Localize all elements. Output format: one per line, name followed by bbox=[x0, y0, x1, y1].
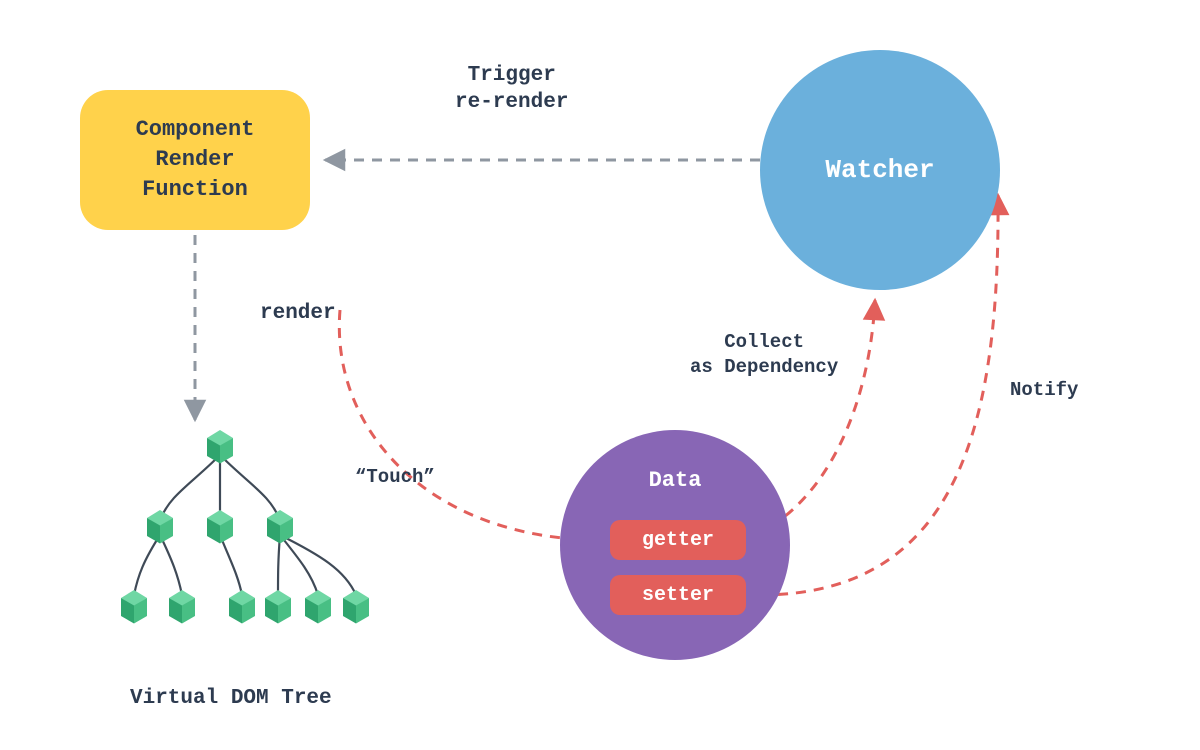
tree-cube-icon bbox=[343, 590, 369, 620]
node-getter: getter bbox=[610, 520, 746, 560]
tree-cube-icon bbox=[267, 510, 293, 540]
node-watcher-label: Watcher bbox=[825, 155, 934, 185]
label-trigger-rerender: Trigger re-render bbox=[455, 62, 568, 117]
label-collect: Collect as Dependency bbox=[690, 330, 838, 379]
tree-cube-icon bbox=[265, 590, 291, 620]
tree-cube-icon bbox=[229, 590, 255, 620]
node-setter: setter bbox=[610, 575, 746, 615]
tree-cube-icon bbox=[207, 510, 233, 540]
label-virtual-dom-tree: Virtual DOM Tree bbox=[130, 685, 332, 712]
node-setter-label: setter bbox=[642, 584, 714, 607]
tree-cube-icon bbox=[169, 590, 195, 620]
tree-cube-icon bbox=[305, 590, 331, 620]
node-data-label: Data bbox=[560, 468, 790, 493]
tree-cube-icon bbox=[147, 510, 173, 540]
label-render: render bbox=[260, 300, 336, 327]
node-component-render-function: Component Render Function bbox=[80, 90, 310, 230]
node-watcher: Watcher bbox=[760, 50, 1000, 290]
label-notify: Notify bbox=[1010, 378, 1078, 403]
node-getter-label: getter bbox=[642, 529, 714, 552]
node-data: Data getter setter bbox=[560, 430, 790, 660]
tree-cube-icon bbox=[121, 590, 147, 620]
virtual-dom-tree bbox=[120, 425, 380, 675]
node-component-render-function-label: Component Render Function bbox=[136, 115, 255, 204]
tree-cube-icon bbox=[207, 430, 233, 460]
